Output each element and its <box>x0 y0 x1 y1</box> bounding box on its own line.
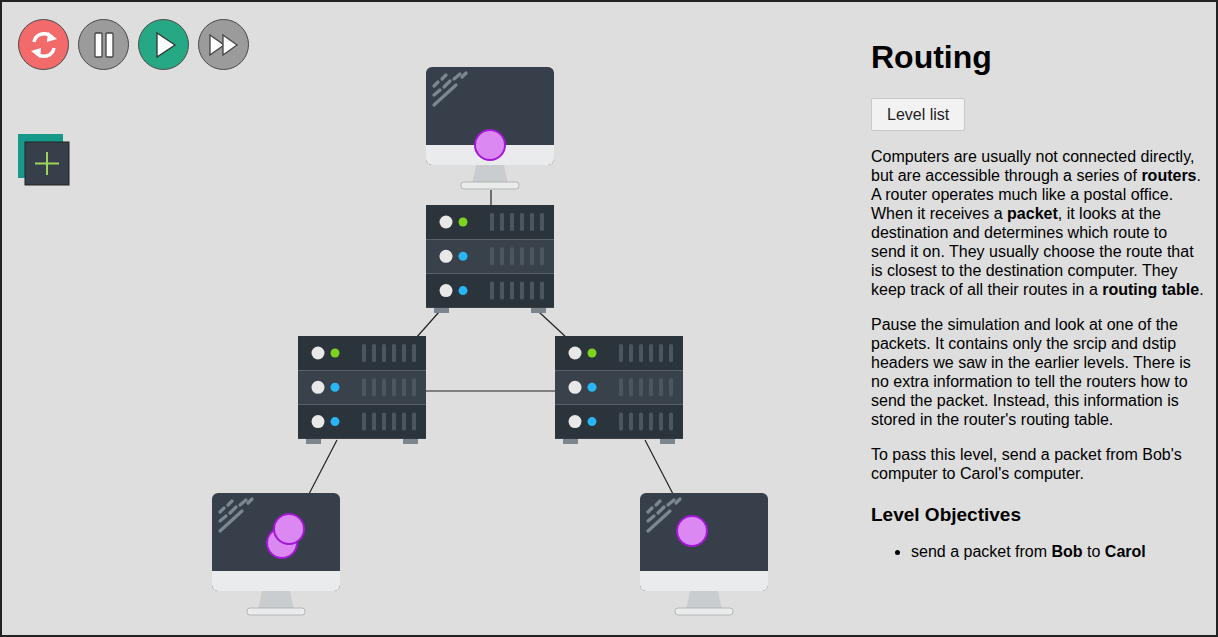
restart-button[interactable] <box>18 19 69 70</box>
level-title: Routing <box>871 38 1216 76</box>
bold-term: packet <box>1007 205 1058 222</box>
bold-term: routing table <box>1102 281 1199 298</box>
objectives-list: send a packet from Bob to Carol <box>871 542 1216 561</box>
router[interactable] <box>298 336 426 446</box>
packet[interactable] <box>474 129 506 161</box>
simulation-canvas <box>2 2 871 635</box>
router[interactable] <box>426 205 554 315</box>
description-paragraph: To pass this level, send a packet from B… <box>871 445 1206 483</box>
objectives-heading: Level Objectives <box>871 503 1216 526</box>
router-icon <box>555 336 683 446</box>
text-run: Pause the simulation and look at one of … <box>871 316 1191 428</box>
text-run: send a packet from <box>911 543 1052 560</box>
panel-buttons: Level list <box>871 98 1216 131</box>
fast-forward-button[interactable] <box>198 19 249 70</box>
level-panel: Routing Level list Computers are usually n… <box>871 2 1216 635</box>
text-run: To pass this level, send a packet from B… <box>871 446 1182 482</box>
router[interactable] <box>555 336 683 446</box>
computer[interactable] <box>426 67 554 191</box>
pause-icon <box>89 30 119 60</box>
description-paragraph: Computers are usually not connected dire… <box>871 147 1206 299</box>
packet[interactable] <box>273 513 305 545</box>
level-list-button[interactable]: Level list <box>871 98 965 131</box>
bold-term: routers <box>1141 167 1196 184</box>
plus-icon <box>17 133 70 186</box>
pause-button[interactable] <box>78 19 129 70</box>
bold-term: Bob <box>1052 543 1083 560</box>
play-icon <box>149 30 179 60</box>
packet[interactable] <box>676 515 708 547</box>
bold-term: Carol <box>1105 543 1146 560</box>
add-node-button[interactable] <box>17 133 70 186</box>
computer[interactable] <box>640 493 768 617</box>
router-icon <box>426 205 554 315</box>
router-icon <box>298 336 426 446</box>
play-button[interactable] <box>138 19 189 70</box>
computer[interactable] <box>212 493 340 617</box>
text-run: to <box>1083 543 1105 560</box>
computer-icon <box>640 493 768 617</box>
game-window: Routing Level list Computers are usually n… <box>0 0 1218 637</box>
fast-forward-icon <box>207 30 241 60</box>
objective-item: send a packet from Bob to Carol <box>911 542 1216 561</box>
text-run: . <box>1199 281 1203 298</box>
description-paragraph: Pause the simulation and look at one of … <box>871 315 1206 429</box>
restart-icon <box>27 28 61 62</box>
